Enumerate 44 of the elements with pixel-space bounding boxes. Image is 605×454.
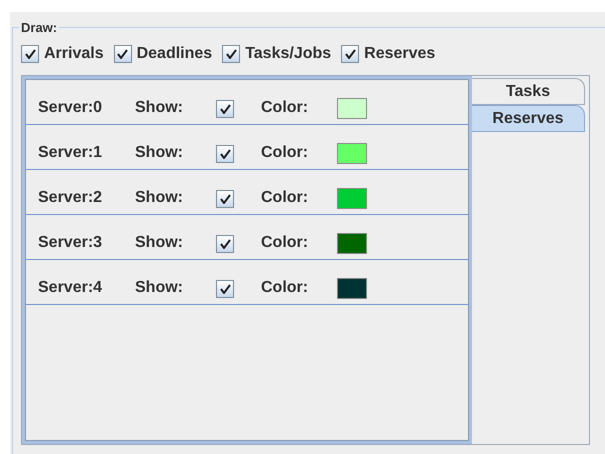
- checkbox-label: Tasks/Jobs: [245, 44, 332, 64]
- checkmark-icon: [117, 49, 128, 59]
- checkmark-icon: [220, 104, 230, 114]
- color-swatch[interactable]: [337, 143, 367, 164]
- checkbox[interactable]: [216, 235, 234, 253]
- checkmark-icon: [226, 49, 237, 59]
- server-label: Server:2: [38, 188, 104, 208]
- checkbox[interactable]: [21, 45, 39, 63]
- checkmark-icon: [220, 239, 230, 249]
- checkbox-label: Arrivals: [44, 44, 104, 64]
- show-label: Show:: [135, 278, 184, 298]
- tab[interactable]: Tasks: [472, 78, 585, 105]
- checkbox[interactable]: [114, 45, 132, 63]
- color-label: Color:: [261, 143, 310, 163]
- color-label: Color:: [261, 188, 310, 208]
- checkbox[interactable]: [216, 280, 234, 298]
- checkmark-icon: [220, 149, 230, 159]
- checkmark-icon: [220, 284, 230, 294]
- color-label: Color:: [261, 278, 310, 298]
- server-label: Server:3: [38, 233, 104, 253]
- show-label: Show:: [135, 98, 184, 118]
- checkbox[interactable]: [222, 45, 240, 63]
- color-swatch[interactable]: [337, 278, 367, 299]
- server-label: Server:4: [38, 278, 104, 298]
- color-label: Color:: [261, 233, 310, 253]
- color-label: Color:: [261, 98, 310, 118]
- server-label: Server:0: [38, 98, 104, 118]
- show-label: Show:: [135, 143, 184, 163]
- checkbox[interactable]: [216, 100, 234, 118]
- checkbox-label: Deadlines: [136, 44, 212, 64]
- color-swatch[interactable]: [337, 188, 367, 209]
- checkbox[interactable]: [341, 45, 360, 63]
- checkbox[interactable]: [216, 145, 234, 163]
- color-swatch[interactable]: [337, 98, 367, 119]
- color-swatch[interactable]: [337, 233, 367, 254]
- checkmark-icon: [344, 49, 356, 59]
- checkmark-icon: [220, 194, 230, 204]
- tab[interactable]: Reserves: [472, 105, 585, 132]
- checkmark-icon: [24, 49, 36, 59]
- server-label: Server:1: [38, 143, 104, 163]
- show-label: Show:: [135, 233, 184, 253]
- checkbox-label: Reserves: [364, 44, 436, 64]
- show-label: Show:: [135, 188, 184, 208]
- checkbox[interactable]: [216, 190, 234, 208]
